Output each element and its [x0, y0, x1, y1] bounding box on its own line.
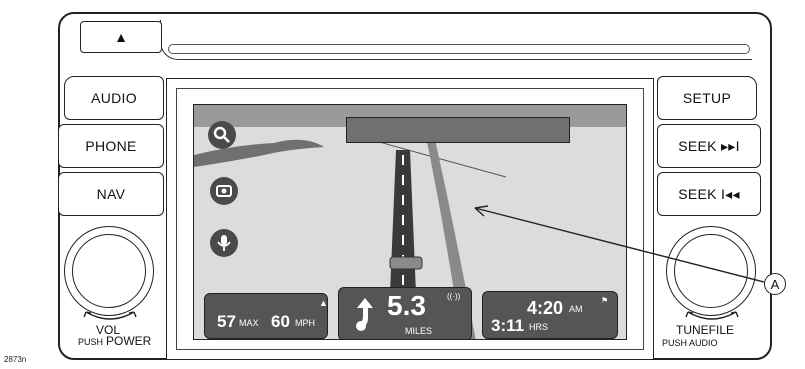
figure-id: 2873n — [4, 355, 27, 364]
callout-leader — [474, 205, 765, 283]
callout-a: A — [764, 273, 786, 295]
